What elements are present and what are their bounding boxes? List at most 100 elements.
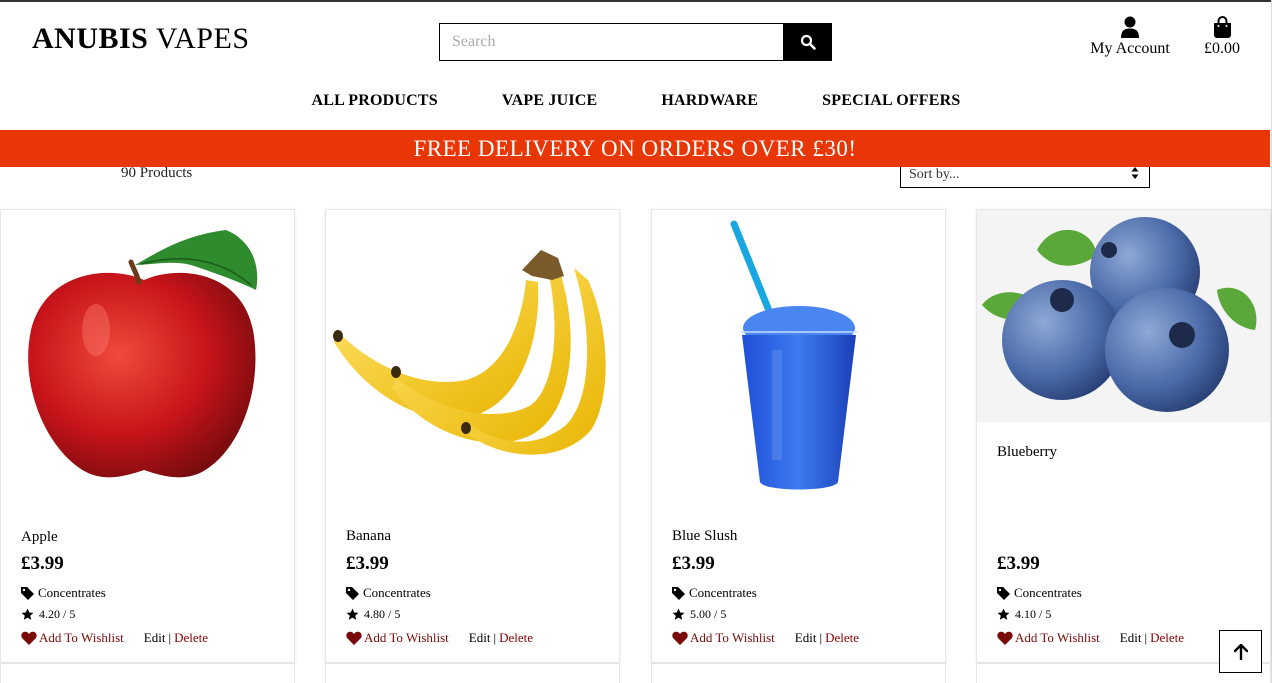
product-price: £3.99 — [672, 553, 715, 574]
star-icon — [346, 608, 359, 620]
product-rating: 5.00 / 5 — [672, 607, 726, 622]
nav-all-products[interactable]: ALL PRODUCTS — [311, 92, 437, 110]
add-to-wishlist-button[interactable]: Add To Wishlist — [346, 630, 449, 646]
product-price: £3.99 — [21, 553, 64, 574]
search-input[interactable] — [439, 23, 783, 61]
search-form — [439, 23, 832, 61]
blue-slush-image — [730, 220, 858, 490]
product-name[interactable]: Apple — [21, 529, 58, 546]
tag-icon — [346, 586, 359, 600]
product-image-blueberry[interactable] — [977, 210, 1270, 422]
tag-icon — [21, 586, 34, 600]
shopping-bag-link[interactable]: £0.00 — [1200, 16, 1244, 58]
product-card-next-row — [0, 663, 295, 683]
logo-rest: VAPES — [155, 22, 250, 55]
select-arrows-icon — [1131, 167, 1139, 179]
product-card-banana: Banana £3.99 Concentrates 4.80 / 5 Add T… — [325, 209, 620, 663]
action-separator: | — [168, 630, 172, 645]
wishlist-label: Add To Wishlist — [39, 630, 124, 645]
product-rating: 4.80 / 5 — [346, 607, 400, 622]
add-to-wishlist-button[interactable]: Add To Wishlist — [672, 630, 775, 646]
sort-value: Sort by... — [909, 167, 960, 182]
product-name[interactable]: Blueberry — [997, 444, 1057, 461]
tag-icon — [672, 586, 685, 600]
rating-value: 5.00 / 5 — [690, 607, 727, 621]
product-image-banana[interactable] — [326, 210, 619, 510]
product-card-blue-slush: Blue Slush £3.99 Concentrates 5.00 / 5 A… — [651, 209, 946, 663]
nav-hardware[interactable]: HARDWARE — [661, 92, 758, 110]
search-button[interactable] — [783, 23, 832, 61]
top-border — [0, 0, 1272, 2]
back-to-top-button[interactable] — [1219, 630, 1262, 673]
user-icon — [1121, 16, 1139, 38]
product-actions: Add To Wishlist Edit | Delete — [346, 630, 533, 646]
product-actions: Add To Wishlist Edit | Delete — [21, 630, 208, 646]
free-delivery-banner: FREE DELIVERY ON ORDERS OVER £30! — [0, 130, 1270, 167]
category-label: Concentrates — [1014, 585, 1082, 600]
delete-link[interactable]: Delete — [1150, 630, 1184, 646]
rating-value: 4.20 / 5 — [39, 607, 76, 621]
blueberry-image — [982, 217, 1257, 412]
category-label: Concentrates — [38, 585, 106, 600]
edit-link[interactable]: Edit — [795, 630, 817, 646]
rating-value: 4.10 / 5 — [1015, 607, 1052, 621]
bag-total: £0.00 — [1204, 40, 1240, 57]
nav-special-offers[interactable]: SPECIAL OFFERS — [822, 92, 960, 110]
product-actions: Add To Wishlist Edit | Delete — [997, 630, 1184, 646]
tag-icon — [997, 586, 1010, 600]
product-image-blue-slush[interactable] — [652, 210, 945, 510]
heart-icon — [21, 631, 37, 645]
edit-link[interactable]: Edit — [144, 630, 166, 646]
rating-value: 4.80 / 5 — [364, 607, 401, 621]
site-logo[interactable]: ANUBIS VAPES — [32, 22, 250, 56]
product-category[interactable]: Concentrates — [346, 585, 431, 601]
product-price: £3.99 — [346, 553, 389, 574]
product-category[interactable]: Concentrates — [997, 585, 1082, 601]
heart-icon — [346, 631, 362, 645]
product-card-next-row — [325, 663, 620, 683]
action-separator: | — [819, 630, 823, 645]
product-actions: Add To Wishlist Edit | Delete — [672, 630, 859, 646]
logo-bold: ANUBIS — [32, 22, 149, 55]
product-count: 90 Products — [121, 165, 193, 181]
banana-image — [333, 250, 606, 455]
star-icon — [21, 608, 34, 620]
delete-link[interactable]: Delete — [825, 630, 859, 646]
category-label: Concentrates — [689, 585, 757, 600]
action-separator: | — [493, 630, 497, 645]
wishlist-label: Add To Wishlist — [690, 630, 775, 645]
heart-icon — [672, 631, 688, 645]
product-image-apple[interactable] — [1, 210, 294, 510]
product-category[interactable]: Concentrates — [21, 585, 106, 601]
edit-link[interactable]: Edit — [469, 630, 491, 646]
delete-link[interactable]: Delete — [174, 630, 208, 646]
add-to-wishlist-button[interactable]: Add To Wishlist — [997, 630, 1100, 646]
heart-icon — [997, 631, 1013, 645]
my-account-label: My Account — [1090, 40, 1170, 57]
search-icon — [800, 34, 816, 50]
add-to-wishlist-button[interactable]: Add To Wishlist — [21, 630, 124, 646]
nav-vape-juice[interactable]: VAPE JUICE — [502, 92, 598, 110]
my-account-link[interactable]: My Account — [1090, 16, 1170, 58]
product-rating: 4.10 / 5 — [997, 607, 1051, 622]
main-nav: ALL PRODUCTS VAPE JUICE HARDWARE SPECIAL… — [0, 92, 1272, 110]
product-name[interactable]: Blue Slush — [672, 528, 737, 545]
product-price: £3.99 — [997, 553, 1040, 574]
apple-image — [28, 230, 258, 478]
delete-link[interactable]: Delete — [499, 630, 533, 646]
product-name[interactable]: Banana — [346, 528, 391, 545]
product-card-blueberry: Blueberry £3.99 Concentrates 4.10 / 5 Ad… — [976, 209, 1271, 663]
action-separator: | — [1144, 630, 1148, 645]
product-category[interactable]: Concentrates — [672, 585, 757, 601]
wishlist-label: Add To Wishlist — [364, 630, 449, 645]
star-icon — [672, 608, 685, 620]
arrow-up-icon — [1233, 643, 1248, 660]
category-label: Concentrates — [363, 585, 431, 600]
product-card-next-row — [651, 663, 946, 683]
product-rating: 4.20 / 5 — [21, 607, 75, 622]
wishlist-label: Add To Wishlist — [1015, 630, 1100, 645]
shopping-bag-icon — [1213, 16, 1231, 38]
edit-link[interactable]: Edit — [1120, 630, 1142, 646]
product-card-apple: Apple £3.99 Concentrates 4.20 / 5 Add To… — [0, 209, 295, 663]
star-icon — [997, 608, 1010, 620]
